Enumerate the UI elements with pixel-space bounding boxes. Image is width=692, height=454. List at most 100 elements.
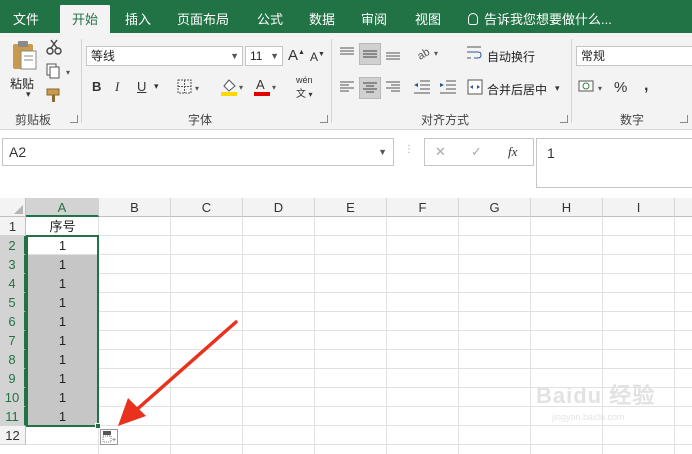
wrap-text-icon[interactable] — [467, 45, 483, 61]
row-header[interactable]: 4 — [0, 274, 26, 293]
cut-icon[interactable] — [46, 39, 62, 55]
name-box-value: A2 — [9, 144, 27, 160]
tab-view[interactable]: 视图 — [404, 0, 452, 33]
tell-me-search[interactable]: 告诉我您想要做什么... — [468, 0, 612, 33]
font-name-select[interactable]: 等线 ▼ — [86, 46, 243, 66]
merge-center-button[interactable]: 合并后居中 — [487, 81, 547, 98]
row-header[interactable]: 2 — [0, 236, 26, 255]
tab-page-layout[interactable]: 页面布局 — [168, 0, 238, 33]
wrap-text-button[interactable]: 自动换行 — [487, 48, 535, 65]
font-color-icon[interactable]: A ▾ — [253, 77, 279, 97]
gridline — [530, 217, 531, 454]
shrink-font-button[interactable]: A▼ — [310, 50, 325, 64]
column-header[interactable]: G — [459, 198, 531, 217]
font-size-select[interactable]: 11 ▼ — [245, 46, 283, 66]
column-header[interactable]: C — [171, 198, 243, 217]
baidu-watermark-url: jingyan.baidu.com — [552, 412, 625, 422]
svg-text:▾: ▾ — [434, 49, 438, 58]
align-left-icon[interactable] — [340, 81, 354, 93]
row-header[interactable]: 12 — [0, 426, 26, 445]
tab-formulas[interactable]: 公式 — [248, 0, 292, 33]
svg-text:▾: ▾ — [195, 84, 199, 93]
row-header[interactable]: 11 — [0, 407, 26, 426]
svg-text:▾: ▾ — [239, 83, 243, 92]
bold-button[interactable]: B — [92, 79, 101, 94]
auto-fill-options-button[interactable]: + — [100, 429, 118, 445]
grow-font-button[interactable]: A▲ — [288, 47, 305, 64]
name-box[interactable]: A2 ▼ — [2, 138, 394, 166]
gridline — [26, 254, 692, 255]
resize-handle-icon[interactable]: ⋮ — [404, 144, 414, 155]
font-name-value: 等线 — [91, 49, 116, 63]
column-header[interactable]: H — [531, 198, 603, 217]
paste-icon[interactable] — [10, 39, 38, 71]
percent-button[interactable]: % — [614, 79, 627, 96]
tell-me-text: 告诉我您想要做什么... — [484, 12, 612, 27]
increase-indent-icon[interactable] — [440, 80, 456, 94]
tab-data[interactable]: 数据 — [298, 0, 346, 33]
row-header[interactable]: 3 — [0, 255, 26, 274]
formula-bar: A2 ▼ ⋮ ✕ ✓ fx 1 — [0, 130, 692, 198]
row-header[interactable]: 8 — [0, 350, 26, 369]
orientation-icon[interactable]: ab ▾ — [416, 43, 442, 61]
auto-fill-icon: + — [102, 431, 116, 444]
chevron-down-icon[interactable]: ▾ — [154, 81, 159, 92]
cell-a1[interactable]: 序号 — [27, 217, 98, 236]
align-bottom-icon[interactable] — [386, 47, 400, 61]
row-header[interactable]: 7 — [0, 331, 26, 350]
number-launcher-icon[interactable] — [680, 115, 688, 123]
chevron-down-icon[interactable]: ▾ — [555, 83, 560, 94]
column-header[interactable]: A — [26, 198, 99, 217]
copy-icon[interactable]: ▾ — [46, 63, 74, 79]
alignment-launcher-icon[interactable] — [560, 115, 568, 123]
row-header[interactable]: 9 — [0, 369, 26, 388]
row-header[interactable]: 6 — [0, 312, 26, 331]
gridline — [674, 217, 675, 454]
font-launcher-icon[interactable] — [320, 115, 328, 123]
gridline — [26, 273, 692, 274]
insert-function-icon[interactable]: fx — [508, 144, 517, 160]
select-all-button[interactable] — [0, 198, 26, 217]
column-header[interactable]: B — [99, 198, 171, 217]
column-header[interactable]: D — [243, 198, 315, 217]
decrease-indent-icon[interactable] — [414, 80, 430, 94]
align-right-icon[interactable] — [386, 81, 400, 93]
accounting-format-icon[interactable]: ▾ — [578, 78, 608, 96]
baidu-watermark: Baidu 经验 — [536, 383, 656, 408]
cell-a12[interactable] — [27, 426, 98, 445]
column-header[interactable]: F — [387, 198, 459, 217]
ribbon-tab-bar: 文件 开始 插入 页面布局 公式 数据 审阅 视图 告诉我您想要做什么... — [0, 0, 692, 33]
row-header[interactable]: 1 — [0, 217, 26, 236]
tab-file[interactable]: 文件 — [2, 0, 50, 33]
italic-button[interactable]: I — [115, 79, 119, 95]
enter-icon[interactable]: ✓ — [471, 144, 482, 160]
merge-center-icon[interactable] — [467, 79, 483, 95]
row-header[interactable]: 5 — [0, 293, 26, 312]
tab-home[interactable]: 开始 — [60, 5, 110, 33]
column-header[interactable] — [675, 198, 692, 217]
fill-color-icon[interactable]: ▾ — [220, 77, 246, 97]
number-format-value: 常规 — [581, 49, 606, 63]
phonetic-guide-button[interactable]: wén 文 ▾ — [296, 75, 313, 100]
format-painter-icon[interactable] — [46, 87, 64, 103]
formula-value: 1 — [547, 145, 555, 161]
comma-style-button[interactable]: , — [644, 77, 648, 95]
clipboard-launcher-icon[interactable] — [70, 115, 78, 123]
column-header[interactable]: E — [315, 198, 387, 217]
column-header[interactable]: I — [603, 198, 675, 217]
underline-button[interactable]: U — [137, 79, 146, 94]
cancel-icon[interactable]: ✕ — [435, 144, 446, 160]
group-divider — [81, 39, 82, 123]
font-size-value: 11 — [250, 49, 263, 63]
row-header[interactable]: 10 — [0, 388, 26, 407]
svg-text:▾: ▾ — [66, 68, 70, 77]
svg-text:A: A — [256, 77, 265, 92]
number-format-select[interactable]: 常规 — [576, 46, 692, 66]
svg-text:▾: ▾ — [598, 84, 602, 93]
formula-input[interactable]: 1 — [536, 138, 692, 188]
tab-review[interactable]: 审阅 — [350, 0, 398, 33]
align-top-icon[interactable] — [340, 47, 354, 59]
tab-insert[interactable]: 插入 — [114, 0, 162, 33]
borders-icon[interactable]: ▾ — [177, 79, 203, 95]
chevron-down-icon[interactable]: ▾ — [26, 89, 31, 100]
